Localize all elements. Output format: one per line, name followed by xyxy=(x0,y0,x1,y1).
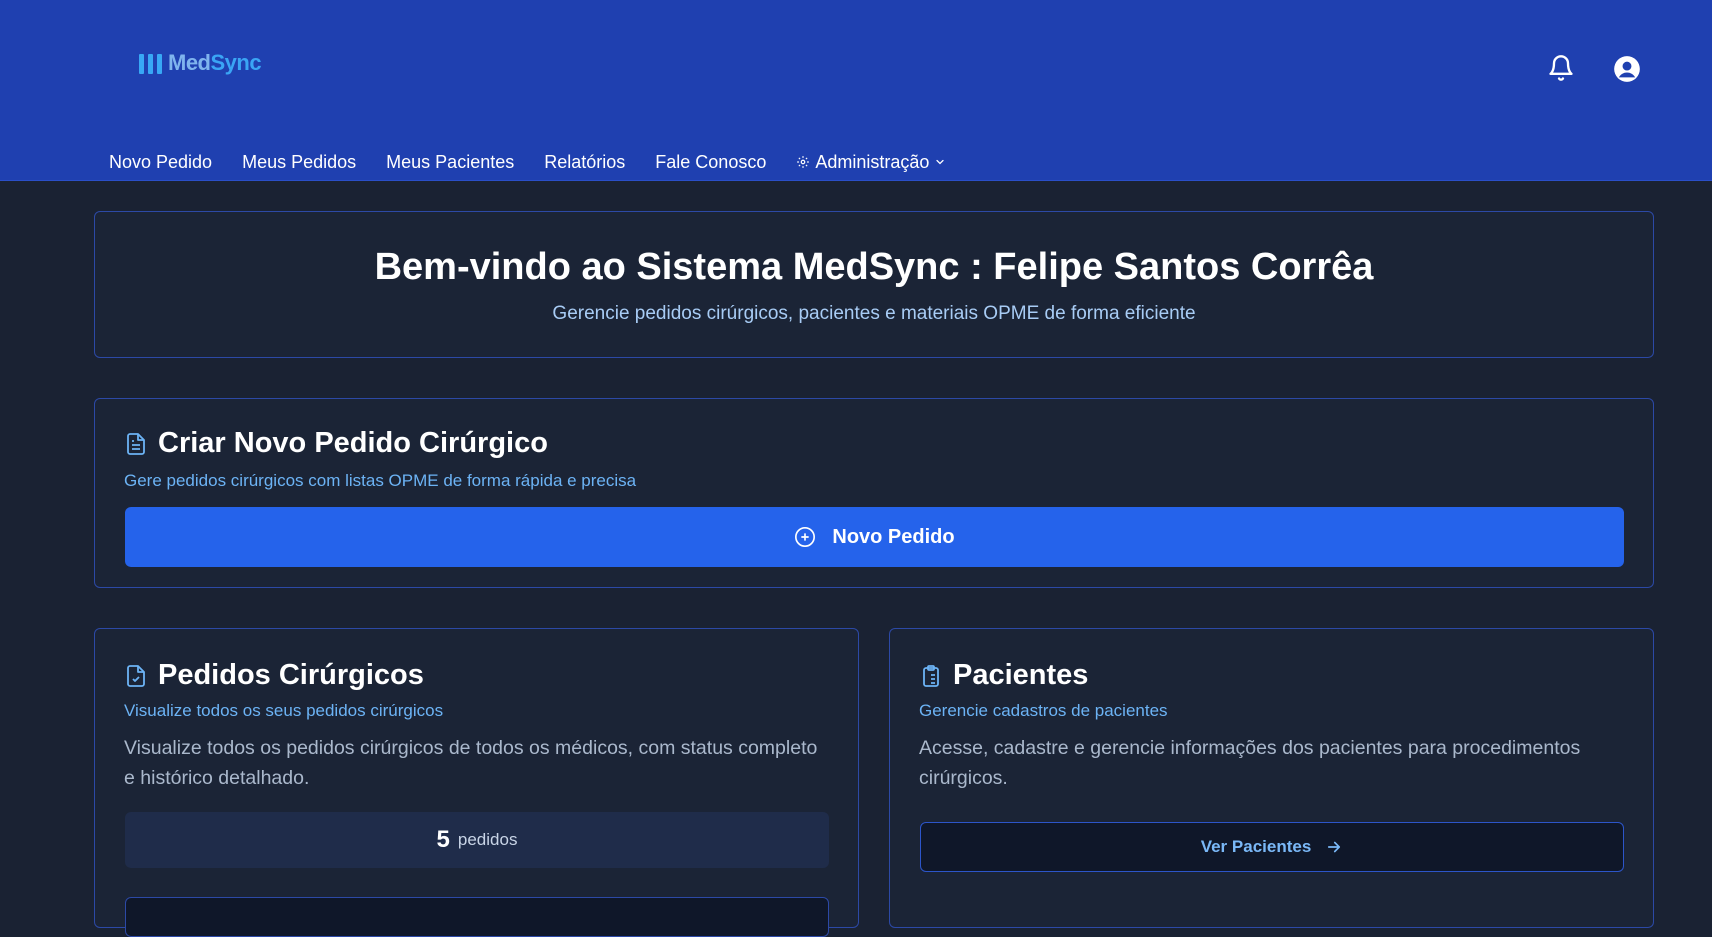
patients-subtitle: Gerencie cadastros de pacientes xyxy=(919,701,1168,720)
patients-description: Acesse, cadastre e gerencie informações … xyxy=(919,737,1581,789)
nav-item-relatorios[interactable]: Relatórios xyxy=(544,152,625,173)
patients-card: Pacientes Gerencie cadastros de paciente… xyxy=(889,628,1654,928)
orders-subtitle: Visualize todos os seus pedidos cirúrgic… xyxy=(124,701,444,720)
top-header: MedSync Novo Pedido Meus Pedidos Meus Pa… xyxy=(0,0,1712,181)
new-order-button[interactable]: Novo Pedido xyxy=(125,507,1624,567)
clipboard-icon xyxy=(919,663,943,689)
orders-count-label: pedidos xyxy=(457,830,518,849)
nav-item-meus-pedidos[interactable]: Meus Pedidos xyxy=(242,152,356,173)
create-order-card: Criar Novo Pedido Cirúrgico Gere pedidos… xyxy=(94,398,1654,588)
welcome-subtitle: Gerencie pedidos cirúrgicos, pacientes e… xyxy=(552,303,1196,324)
nav-item-administracao[interactable]: Administração xyxy=(796,152,946,173)
create-order-title: Criar Novo Pedido Cirúrgico xyxy=(158,427,548,459)
medsync-logo[interactable]: MedSync xyxy=(139,50,262,76)
create-order-subtitle: Gere pedidos cirúrgicos com listas OPME … xyxy=(124,471,637,490)
welcome-card: Bem-vindo ao Sistema MedSync : Felipe Sa… xyxy=(94,211,1654,358)
orders-card: Pedidos Cirúrgicos Visualize todos os se… xyxy=(94,628,859,937)
nav-item-novo-pedido[interactable]: Novo Pedido xyxy=(109,152,212,173)
orders-count: 5 xyxy=(436,826,450,853)
new-order-button-label: Novo Pedido xyxy=(832,525,955,548)
orders-header: Pedidos Cirúrgicos xyxy=(124,659,424,692)
file-text-icon xyxy=(124,431,148,457)
chevron-down-icon xyxy=(934,156,946,168)
orders-count-box: 5 pedidos xyxy=(125,812,829,868)
create-order-header: Criar Novo Pedido Cirúrgico xyxy=(124,427,548,460)
patients-header: Pacientes xyxy=(919,659,1088,692)
view-orders-button[interactable] xyxy=(125,897,829,937)
orders-title: Pedidos Cirúrgicos xyxy=(158,659,424,691)
nav-item-fale-conosco[interactable]: Fale Conosco xyxy=(655,152,766,173)
gear-icon xyxy=(796,155,810,169)
logo-text: MedSync xyxy=(168,50,262,75)
nav-item-meus-pacientes[interactable]: Meus Pacientes xyxy=(386,152,514,173)
view-patients-button-label: Ver Pacientes xyxy=(1200,837,1312,856)
welcome-title: Bem-vindo ao Sistema MedSync : Felipe Sa… xyxy=(374,246,1374,288)
view-patients-button[interactable]: Ver Pacientes xyxy=(920,822,1624,872)
plus-circle-icon xyxy=(794,526,816,548)
main-nav: Novo Pedido Meus Pedidos Meus Pacientes … xyxy=(109,150,976,174)
orders-description: Visualize todos os pedidos cirúrgicos de… xyxy=(124,737,818,789)
arrow-right-icon xyxy=(1325,838,1343,856)
file-check-icon xyxy=(124,663,148,689)
patients-title: Pacientes xyxy=(953,659,1089,691)
logo-bars-icon xyxy=(139,52,162,74)
bell-icon[interactable] xyxy=(1547,54,1575,82)
user-circle-icon[interactable] xyxy=(1613,55,1641,83)
